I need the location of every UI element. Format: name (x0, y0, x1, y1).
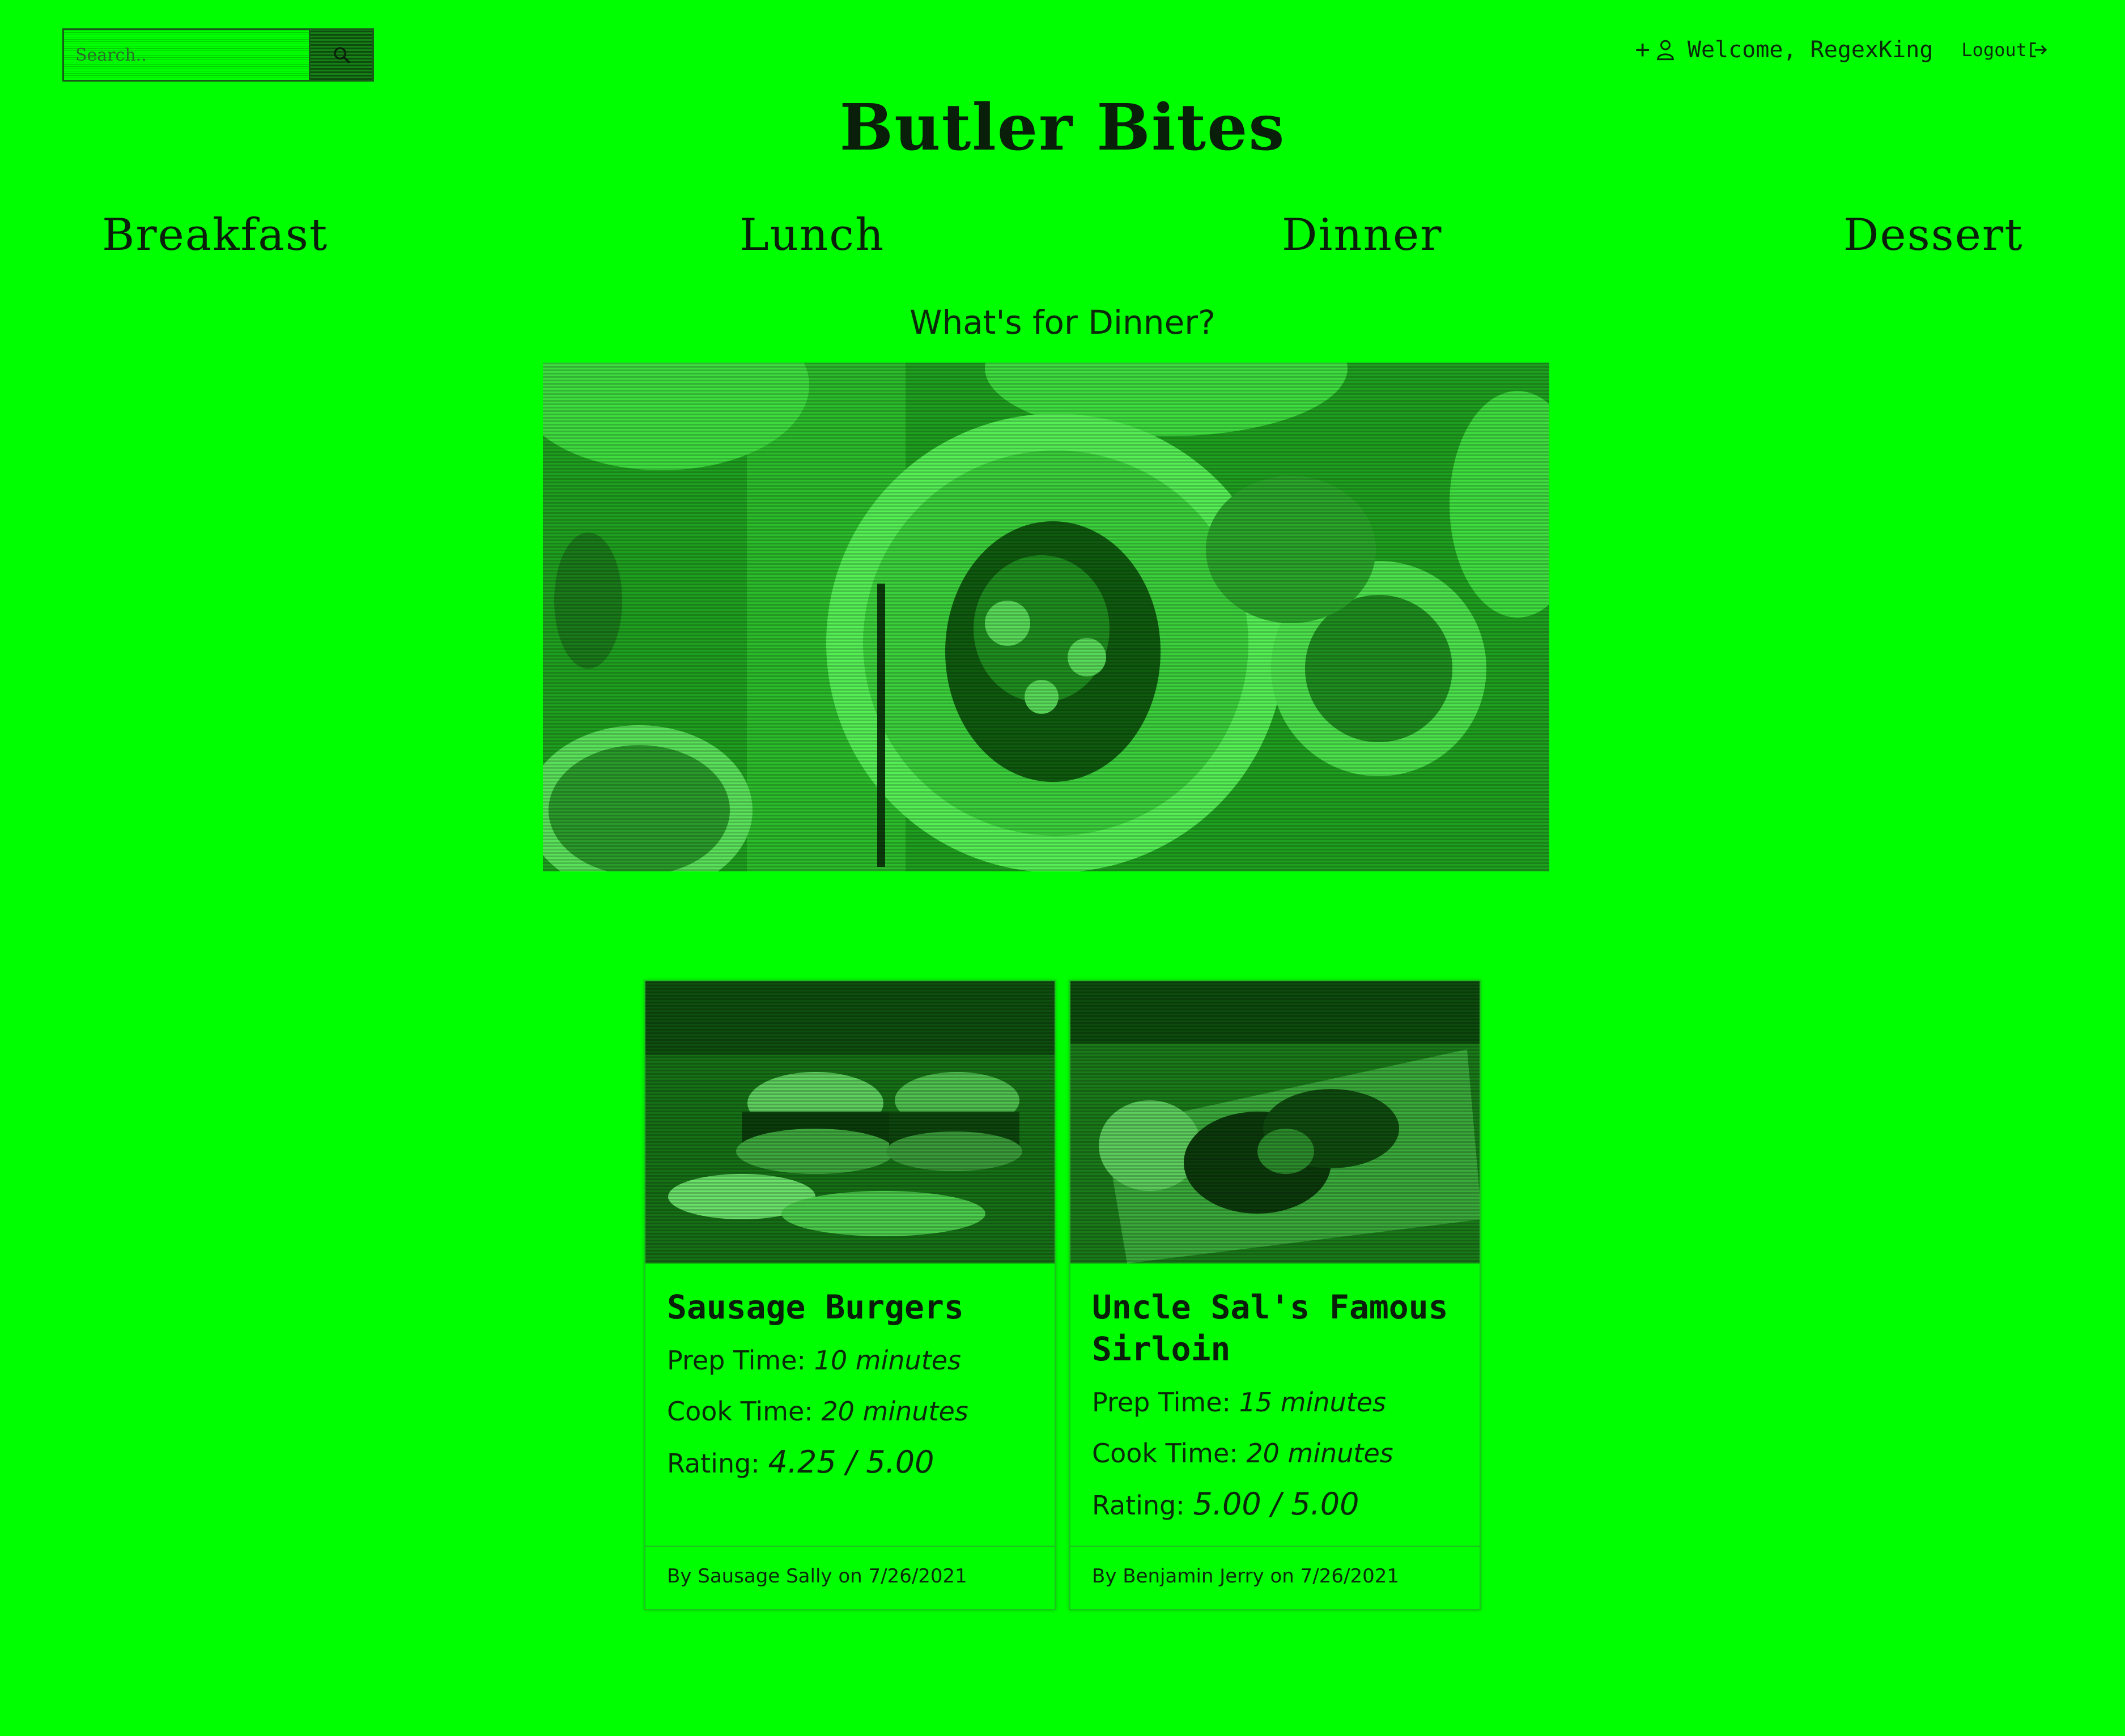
nav-dinner[interactable]: Dinner (1282, 210, 1442, 261)
welcome-text: Welcome, RegexKing (1687, 36, 1933, 63)
recipe-card[interactable]: Sausage Burgers Prep Time: 10 minutes Co… (644, 980, 1056, 1610)
search-icon (333, 47, 350, 63)
logout-link[interactable]: Logout (1961, 39, 2048, 61)
recipe-card-body: Uncle Sal's Famous Sirloin Prep Time: 15… (1070, 1263, 1480, 1531)
cook-time-value: 20 minutes (821, 1396, 968, 1427)
cook-time: Cook Time: 20 minutes (1092, 1428, 1458, 1479)
cook-time-value: 20 minutes (1246, 1438, 1393, 1469)
search-button[interactable] (309, 30, 372, 80)
user-icon[interactable] (1656, 39, 1675, 61)
nav-dessert[interactable]: Dessert (1843, 210, 2024, 261)
recipe-byline: By Sausage Sally on 7/26/2021 (645, 1546, 1055, 1609)
rating-value: 5.00 / 5.00 (1193, 1486, 1359, 1522)
add-recipe-link[interactable]: + (1635, 35, 1650, 64)
rating: Rating: 5.00 / 5.00 (1092, 1479, 1458, 1531)
prep-time: Prep Time: 15 minutes (1092, 1377, 1458, 1428)
prep-time: Prep Time: 10 minutes (667, 1335, 1033, 1386)
section-heading: What's for Dinner? (910, 303, 1216, 342)
prep-time-label: Prep Time: (1092, 1387, 1239, 1418)
recipe-image[interactable] (1070, 981, 1480, 1263)
search-form (62, 28, 374, 82)
recipe-byline: By Benjamin Jerry on 7/26/2021 (1070, 1546, 1480, 1609)
nav-breakfast[interactable]: Breakfast (102, 210, 328, 261)
nav-lunch[interactable]: Lunch (740, 210, 885, 261)
prep-time-label: Prep Time: (667, 1345, 814, 1376)
recipe-title[interactable]: Uncle Sal's Famous Sirloin (1092, 1286, 1458, 1370)
recipe-card[interactable]: Uncle Sal's Famous Sirloin Prep Time: 15… (1069, 980, 1481, 1610)
hero-image (543, 363, 1549, 871)
rating: Rating: 4.25 / 5.00 (667, 1437, 1033, 1489)
rating-label: Rating: (667, 1448, 768, 1479)
logout-label: Logout (1961, 39, 2027, 61)
cook-time-label: Cook Time: (1092, 1438, 1247, 1469)
recipe-card-body: Sausage Burgers Prep Time: 10 minutes Co… (645, 1263, 1055, 1489)
cook-time-label: Cook Time: (667, 1396, 822, 1427)
cook-time: Cook Time: 20 minutes (667, 1386, 1033, 1437)
recipe-title[interactable]: Sausage Burgers (667, 1286, 1033, 1328)
search-input[interactable] (64, 30, 309, 80)
rating-label: Rating: (1092, 1490, 1193, 1521)
rating-value: 4.25 / 5.00 (768, 1444, 934, 1480)
user-area: + Welcome, RegexKing Logout (1635, 35, 2048, 64)
prep-time-value: 10 minutes (814, 1345, 962, 1376)
recipe-image[interactable] (645, 981, 1055, 1263)
prep-time-value: 15 minutes (1239, 1387, 1387, 1418)
site-title[interactable]: Butler Bites (0, 91, 2125, 165)
logout-arrow-icon (2030, 42, 2047, 57)
